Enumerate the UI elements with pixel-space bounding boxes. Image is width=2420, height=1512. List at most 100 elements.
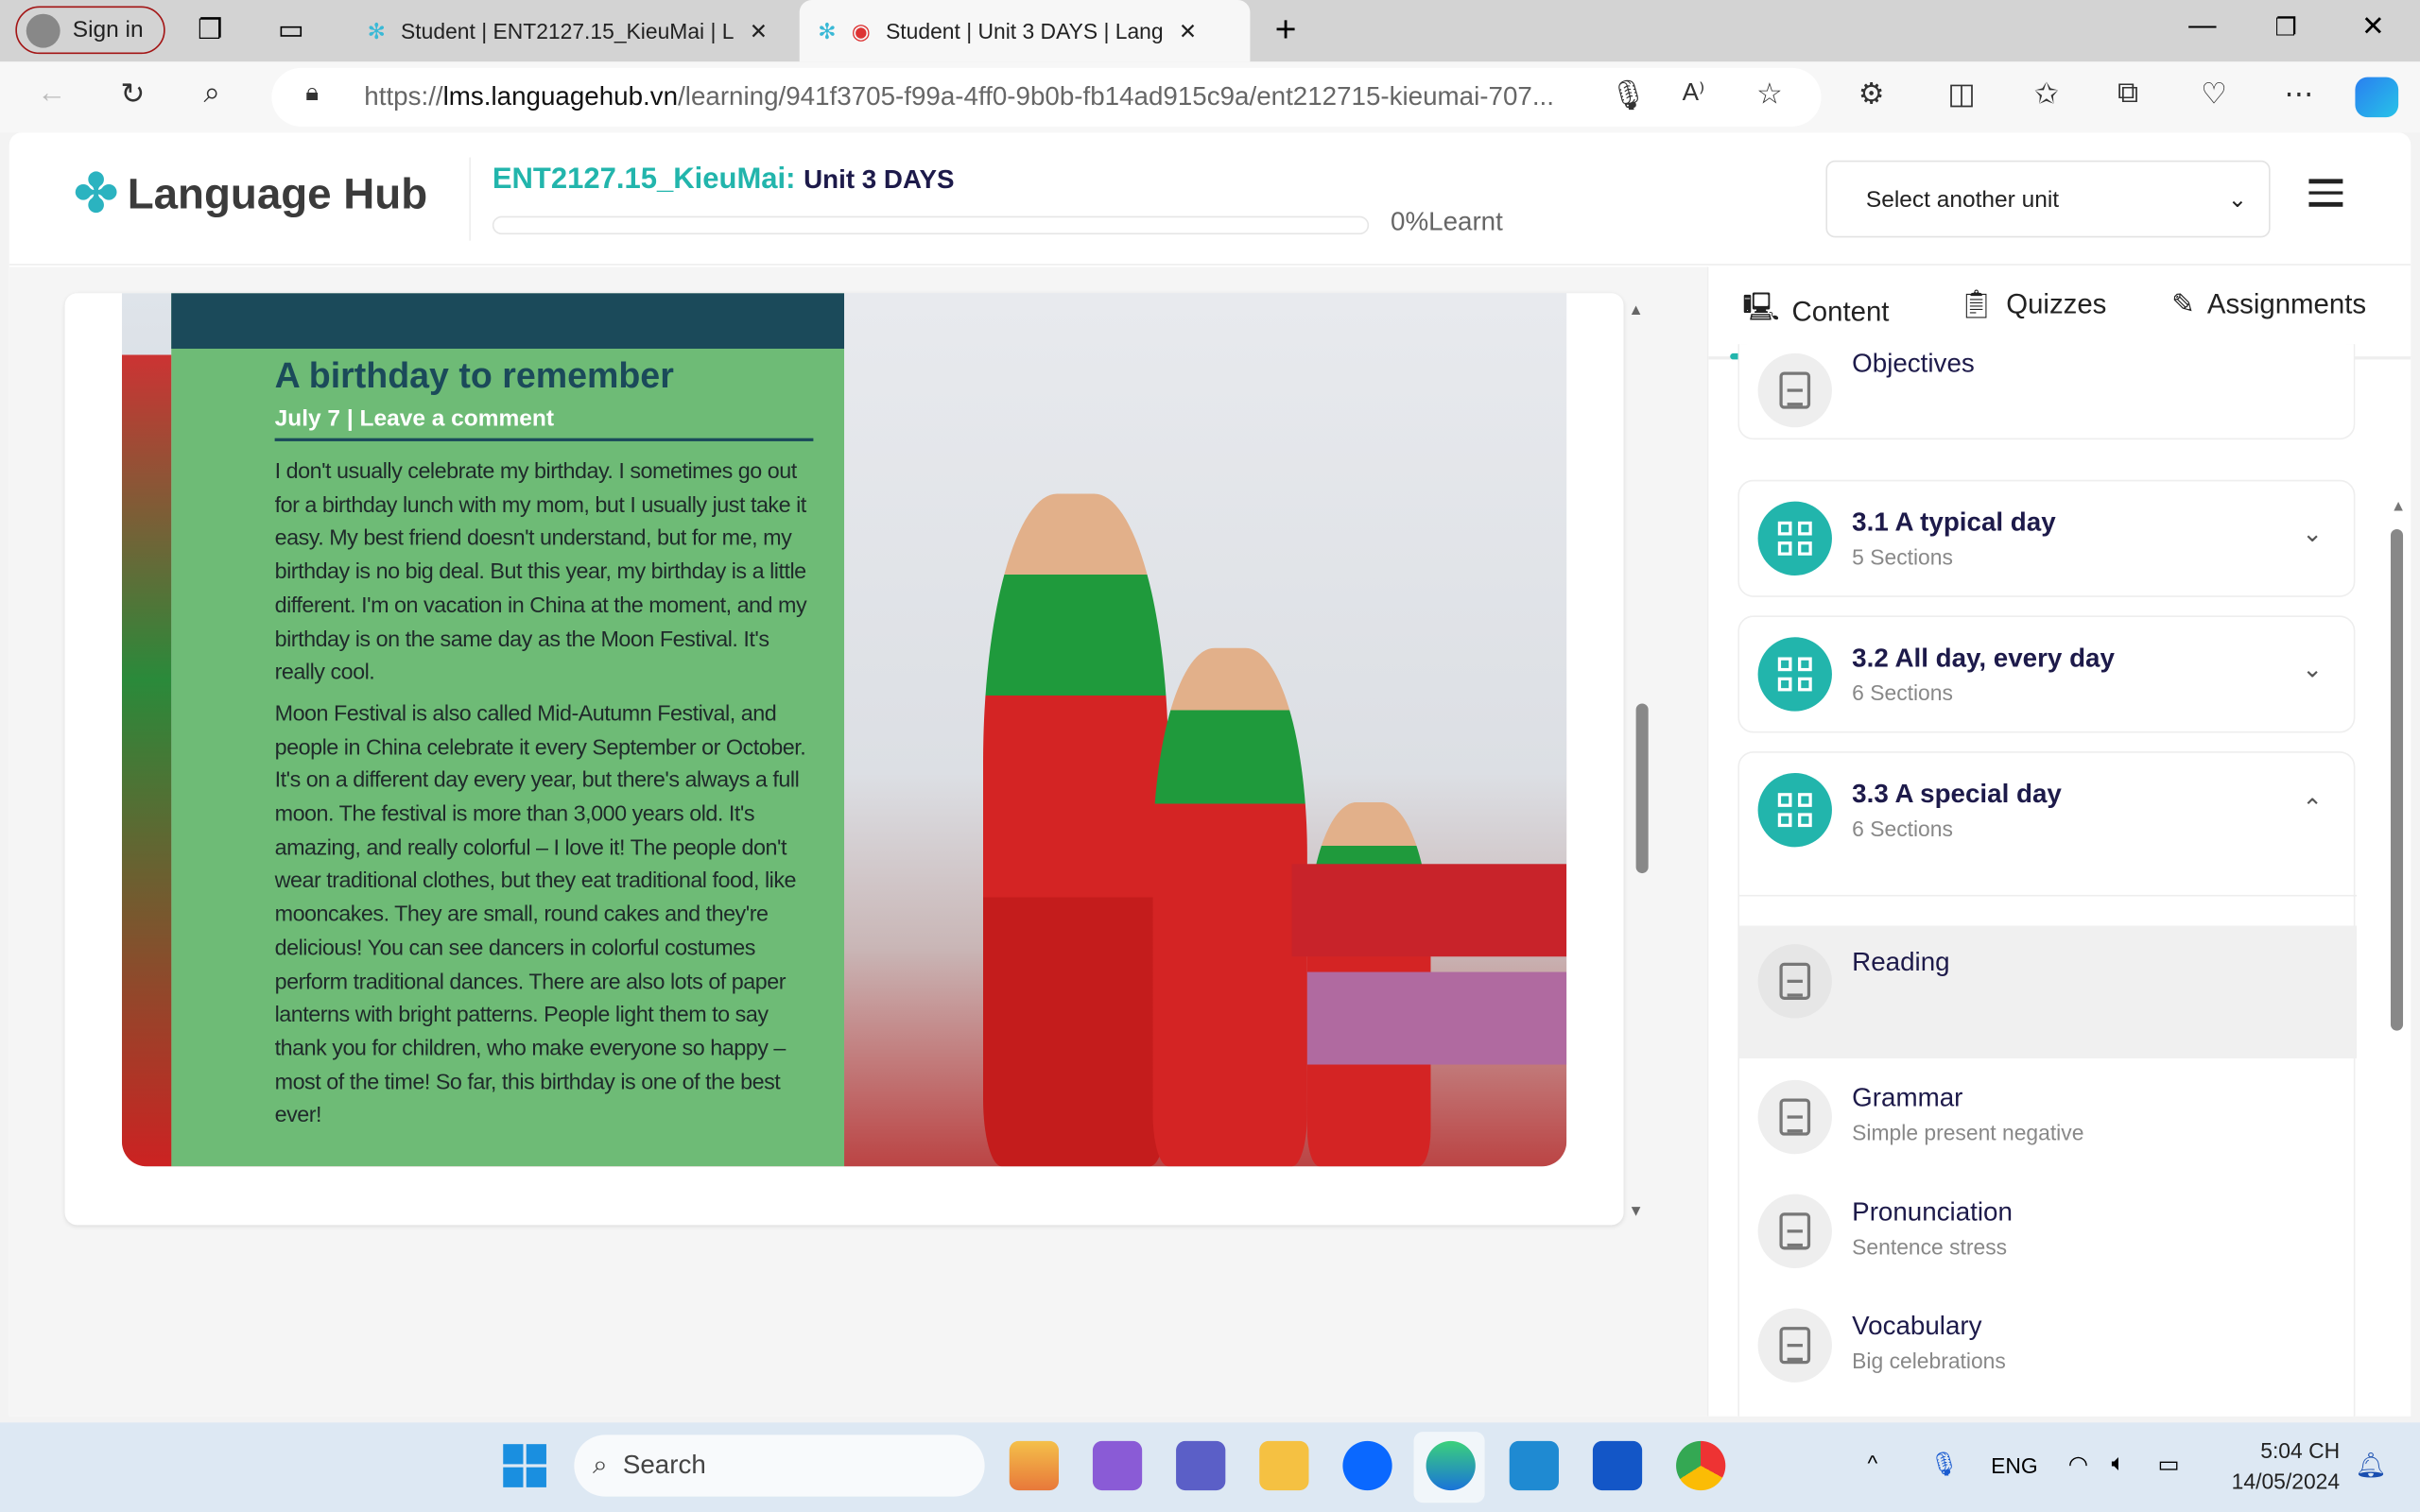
lock-icon[interactable]: 🔒︎: [305, 80, 319, 108]
photo-strip: [121, 354, 172, 1167]
url-input[interactable]: https://lms.languagehub.vn/learning/941f…: [271, 67, 1822, 127]
grid-icon: [1757, 637, 1832, 712]
article-panel: A birthday to remember July 7 | Leave a …: [171, 293, 845, 1167]
scroll-up-icon[interactable]: ▲: [1628, 302, 1643, 319]
article-title: A birthday to remember: [274, 354, 674, 395]
sidebar-item-3-1[interactable]: 3.1 A typical day 5 Sections ⌄: [1737, 479, 2356, 597]
visual-studio-icon[interactable]: [1092, 1440, 1143, 1491]
grid-icon: [1757, 772, 1832, 848]
copilot-icon[interactable]: [2355, 77, 2399, 118]
remote-app-icon[interactable]: [1592, 1440, 1643, 1491]
divider: [469, 157, 471, 241]
progress-bar: [492, 215, 1370, 235]
scroll-up-icon[interactable]: ▲: [2391, 498, 2406, 515]
section-pronunciation[interactable]: Pronunciation Sentence stress: [1739, 1188, 2357, 1286]
show-hidden-icons[interactable]: ^: [1868, 1451, 1878, 1475]
app-icon[interactable]: [1009, 1440, 1059, 1491]
section-reading[interactable]: Reading: [1738, 925, 2358, 1058]
chevron-up-icon[interactable]: ⌃: [2302, 793, 2323, 824]
sidebar-scrollbar-thumb[interactable]: [2390, 528, 2404, 1031]
section-vocabulary[interactable]: Vocabulary Big celebrations: [1739, 1302, 2357, 1400]
site-icon: ✻: [367, 17, 386, 43]
sidebar-item-3-2[interactable]: 3.2 All day, every day 6 Sections ⌄: [1737, 615, 2356, 733]
volume-icon[interactable]: 🔈︎: [2111, 1451, 2125, 1477]
restore-button[interactable]: ❐: [2275, 12, 2297, 43]
scroll-down-icon[interactable]: ▼: [1628, 1203, 1643, 1220]
taskbar-search[interactable]: ⌕ Search: [574, 1435, 985, 1497]
notification-bell-icon[interactable]: 🔔︎: [2355, 1451, 2386, 1482]
language-indicator[interactable]: ENG: [1991, 1453, 2038, 1478]
document-icon: [1757, 1079, 1832, 1155]
hamburger-menu-icon[interactable]: [2308, 179, 2343, 214]
read-aloud-icon[interactable]: A⁾: [1683, 77, 1705, 109]
article-date: July 7 | Leave a comment: [274, 405, 814, 441]
course-sidebar: 🖳 Content 📋︎ Quizzes ✎ Assignments Objectiv…: [1706, 266, 2411, 1417]
search-icon: ⌕: [592, 1450, 608, 1480]
course-title: ENT2127.15_KieuMai: Unit 3 DAYS: [492, 163, 955, 197]
collections-icon[interactable]: ⧉: [2118, 77, 2138, 112]
vscode-icon[interactable]: [1509, 1440, 1559, 1491]
document-icon: [1757, 1194, 1832, 1269]
document-icon: [1757, 1308, 1832, 1383]
file-explorer-icon[interactable]: [1259, 1440, 1309, 1491]
battery-icon[interactable]: ▭: [2157, 1451, 2179, 1478]
close-tab-icon[interactable]: ✕: [750, 18, 768, 44]
blog-banner: [171, 293, 845, 349]
extensions-icon[interactable]: ⚙: [1858, 77, 1885, 113]
tab-assignments[interactable]: ✎ Assignments: [2171, 288, 2366, 320]
chrome-icon[interactable]: [1676, 1440, 1726, 1491]
recording-icon: ◉: [851, 17, 871, 43]
start-icon[interactable]: [503, 1444, 546, 1487]
close-window-button[interactable]: ✕: [2361, 10, 2385, 43]
chevron-down-icon[interactable]: ⌄: [2302, 519, 2323, 550]
zalo-icon[interactable]: [1342, 1440, 1392, 1491]
sidebar-item-objectives[interactable]: Objectives: [1737, 344, 2356, 440]
logo[interactable]: ✤ Language Hub: [74, 163, 427, 225]
tab-actions-icon[interactable]: ▭: [278, 14, 304, 46]
scrollbar-thumb[interactable]: [1635, 703, 1649, 874]
web-page: ✤ Language Hub ENT2127.15_KieuMai: Unit 3…: [9, 132, 2411, 1417]
close-tab-icon[interactable]: ✕: [1179, 18, 1197, 44]
favorites-icon[interactable]: ✩: [2034, 77, 2059, 113]
back-icon[interactable]: ←: [37, 77, 66, 112]
microphone-icon[interactable]: 🎙︎: [1610, 77, 1647, 114]
tab-unit[interactable]: ✻ ◉ Student | Unit 3 DAYS | Lang ✕: [799, 0, 1251, 62]
minimize-button[interactable]: —: [2188, 9, 2216, 42]
feather-icon: ✎: [2171, 288, 2195, 319]
content-icon: 🖳: [1742, 291, 1780, 323]
site-header: ✤ Language Hub ENT2127.15_KieuMai: Unit 3…: [9, 132, 2411, 266]
split-screen-icon[interactable]: ◫: [1947, 77, 1975, 113]
site-icon: ✻: [818, 17, 837, 43]
chevron-down-icon[interactable]: ⌄: [2302, 654, 2323, 685]
article-paragraph: Moon Festival is also called Mid-Autumn …: [274, 701, 806, 1129]
tab-course[interactable]: ✻ Student | ENT2127.15_KieuMai | L ✕: [349, 0, 796, 61]
search-icon[interactable]: ⌕: [204, 77, 220, 112]
clock[interactable]: 5:04 CH 14/05/2024: [2204, 1435, 2340, 1496]
grid-icon: [1757, 501, 1832, 576]
logo-mark-icon: ✤: [74, 164, 118, 224]
new-tab-button[interactable]: +: [1275, 9, 1297, 53]
wifi-icon[interactable]: ◠: [2068, 1451, 2088, 1478]
edge-icon[interactable]: [1426, 1440, 1476, 1491]
sign-in-button[interactable]: Sign in: [15, 6, 165, 55]
progress-label: 0%Learnt: [1391, 206, 1503, 236]
document-icon: [1757, 944, 1832, 1019]
more-icon[interactable]: ⋯: [2284, 77, 2313, 113]
reading-image: A birthday to remember July 7 | Leave a …: [121, 293, 1567, 1167]
sidebar-item-3-3[interactable]: 3.3 A special day 6 Sections ⌃ Reading G…: [1737, 751, 2358, 1417]
festival-photo: [844, 293, 1567, 1167]
teams-icon[interactable]: [1176, 1440, 1226, 1491]
favorite-star-icon[interactable]: ☆: [1756, 77, 1783, 113]
section-grammar[interactable]: Grammar Simple present negative: [1739, 1074, 2357, 1172]
chevron-down-icon: ⌄: [2227, 186, 2248, 214]
article-paragraph: I don't usually celebrate my birthday. I…: [274, 459, 807, 686]
quiz-icon: 📋︎: [1958, 288, 1995, 319]
tab-quizzes[interactable]: 📋︎ Quizzes: [1959, 288, 2107, 320]
workspaces-icon[interactable]: ❐: [198, 14, 222, 46]
select-unit-dropdown[interactable]: Select another unit ⌄: [1825, 160, 2271, 238]
microphone-icon[interactable]: 🎙︎: [1929, 1451, 1959, 1478]
refresh-icon[interactable]: ↻: [120, 77, 145, 113]
profile-icon: [26, 12, 60, 47]
health-icon[interactable]: ♡: [2201, 77, 2227, 113]
tab-content[interactable]: 🖳 Content: [1742, 288, 1889, 335]
